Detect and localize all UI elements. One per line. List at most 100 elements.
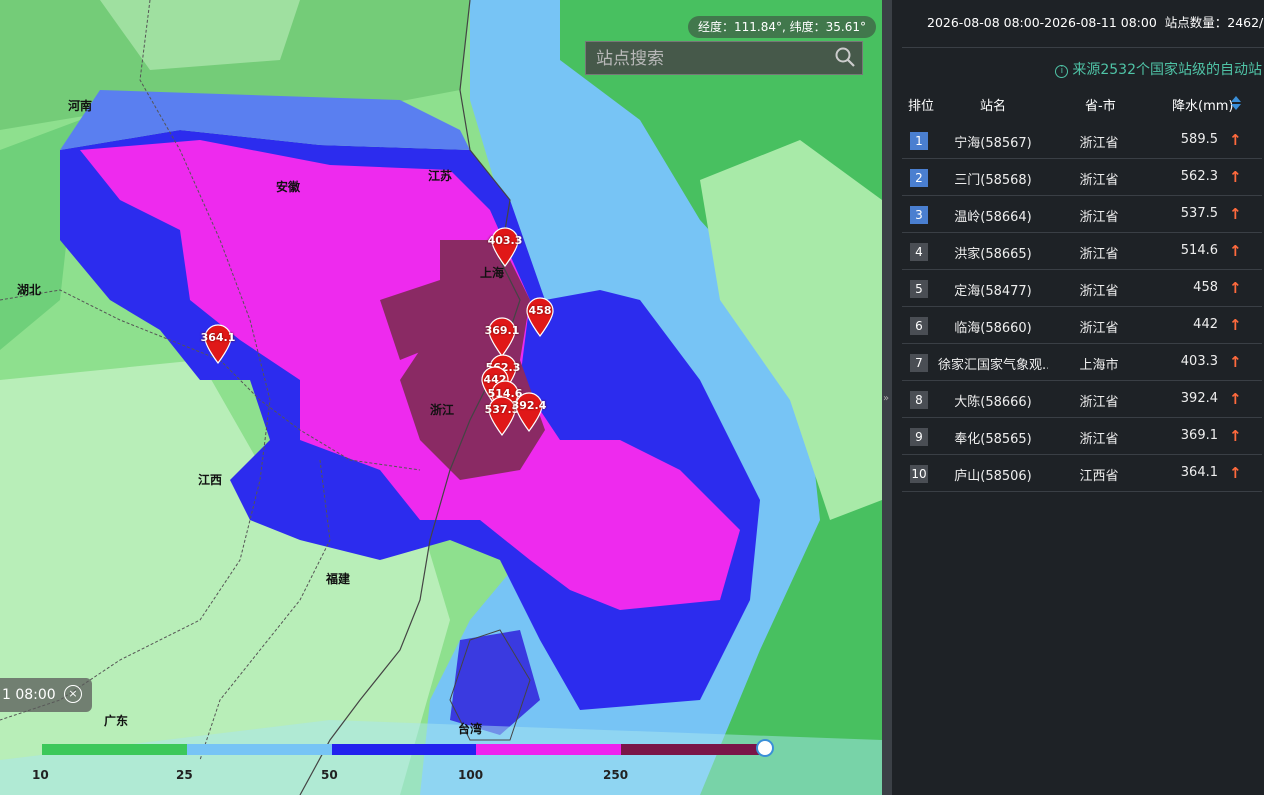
divider: [902, 47, 1264, 48]
station-province: 浙江省: [1079, 395, 1119, 410]
marker-value: 403.3: [487, 234, 523, 247]
arrow-up-icon: ↑: [1229, 242, 1242, 260]
source-text: 来源2532个国家站级的自动站: [1072, 62, 1262, 78]
sort-icon[interactable]: [1230, 95, 1242, 111]
precip-value: 392.4: [1180, 391, 1218, 406]
rainfall-map: [0, 0, 882, 795]
station-marker[interactable]: 364.1: [201, 324, 235, 364]
province-label: 浙江: [430, 403, 455, 417]
panel-header: 2026-08-08 08:00-2026-08-11 08:00 站点数量：2…: [927, 12, 1264, 31]
search-input[interactable]: [594, 42, 828, 76]
precip-value: 589.5: [1180, 132, 1218, 147]
station-province: 浙江省: [1079, 210, 1119, 225]
table-row[interactable]: 8 大陈(58666) 浙江省 392.4 ↑: [902, 381, 1262, 418]
map-view[interactable]: 经度：111.84°, 纬度：35.61° 河南 安徽 江苏 上海 湖北 浙江 …: [0, 0, 882, 795]
station-marker[interactable]: 392.4: [512, 392, 546, 432]
station-name[interactable]: 宁海(58567): [938, 132, 1048, 151]
rank-badge: 1: [910, 132, 928, 150]
column-header-name: 站名: [980, 99, 1007, 114]
province-label: 台湾: [458, 722, 483, 736]
province-label: 江苏: [428, 169, 453, 183]
precip-value: 458: [1193, 280, 1218, 295]
station-marker[interactable]: 369.1: [485, 317, 519, 357]
precip-value: 514.6: [1180, 243, 1218, 258]
station-name[interactable]: 洪家(58665): [938, 243, 1048, 262]
table-row[interactable]: 3 温岭(58664) 浙江省 537.5 ↑: [902, 196, 1262, 233]
station-name[interactable]: 三门(58568): [938, 169, 1048, 188]
marker-value: 364.1: [200, 331, 236, 344]
rank-badge: 9: [910, 428, 928, 446]
station-name[interactable]: 临海(58660): [938, 317, 1048, 336]
panel-toggle[interactable]: »: [882, 0, 892, 795]
time-badge-label: 1 08:00: [2, 687, 56, 703]
station-name[interactable]: 徐家汇国家气象观...: [938, 354, 1048, 373]
station-count: 站点数量：2462/2532: [1164, 15, 1264, 30]
station-name[interactable]: 定海(58477): [938, 280, 1048, 299]
station-name[interactable]: 大陈(58666): [938, 391, 1048, 410]
table-row[interactable]: 4 洪家(58665) 浙江省 514.6 ↑: [902, 233, 1262, 270]
precip-value: 562.3: [1180, 169, 1218, 184]
table-row[interactable]: 9 奉化(58565) 浙江省 369.1 ↑: [902, 418, 1262, 455]
arrow-up-icon: ↑: [1229, 390, 1242, 408]
arrow-up-icon: ↑: [1229, 131, 1242, 149]
marker-value: 458: [528, 304, 552, 317]
arrow-up-icon: ↑: [1229, 279, 1242, 297]
table-row[interactable]: 10 庐山(58506) 江西省 364.1 ↑: [902, 455, 1262, 492]
arrow-up-icon: ↑: [1229, 464, 1242, 482]
map-pin-icon: [204, 324, 232, 364]
table-row[interactable]: 5 定海(58477) 浙江省 458 ↑: [902, 270, 1262, 307]
legend-tick: 25: [176, 768, 193, 782]
table-row[interactable]: 6 临海(58660) 浙江省 442 ↑: [902, 307, 1262, 344]
precip-value: 537.5: [1180, 206, 1218, 221]
map-pin-icon: [526, 297, 554, 337]
legend-swatch: [621, 744, 766, 755]
table-row[interactable]: 1 宁海(58567) 浙江省 589.5 ↑: [902, 122, 1262, 159]
rank-badge: 6: [910, 317, 928, 335]
station-province: 上海市: [1079, 358, 1119, 373]
legend-swatch: [331, 744, 477, 755]
column-header-precip[interactable]: 降水(mm): [1172, 95, 1233, 114]
province-label: 广东: [104, 714, 129, 728]
province-label: 江西: [198, 473, 223, 487]
close-icon[interactable]: ×: [64, 685, 82, 703]
station-province: 浙江省: [1079, 432, 1119, 447]
precip-legend: [42, 744, 766, 755]
rank-badge: 8: [910, 391, 928, 409]
info-icon: i: [1055, 65, 1069, 78]
table-row[interactable]: 7 徐家汇国家气象观... 上海市 403.3 ↑: [902, 344, 1262, 381]
map-pin-icon: [488, 317, 516, 357]
precip-value: 442: [1193, 317, 1218, 332]
station-province: 浙江省: [1079, 247, 1119, 262]
station-name[interactable]: 温岭(58664): [938, 206, 1048, 225]
station-name[interactable]: 庐山(58506): [938, 465, 1048, 484]
search-icon[interactable]: [834, 46, 856, 72]
station-name[interactable]: 奉化(58565): [938, 428, 1048, 447]
station-province: 浙江省: [1079, 136, 1119, 151]
marker-value: 369.1: [484, 324, 520, 337]
arrow-up-icon: ↑: [1229, 353, 1242, 371]
legend-slider-handle[interactable]: [756, 739, 774, 757]
legend-swatch: [186, 744, 332, 755]
rank-badge: 5: [910, 280, 928, 298]
period-label: 2026-08-08 08:00-2026-08-11 08:00: [927, 15, 1157, 30]
station-province: 江西省: [1079, 469, 1119, 484]
legend-swatch: [42, 744, 187, 755]
column-header-province: 省-市: [1085, 99, 1116, 114]
station-search[interactable]: [585, 41, 863, 76]
double-chevron-right-icon[interactable]: »: [883, 393, 889, 404]
station-marker[interactable]: 403.3: [488, 227, 522, 267]
arrow-up-icon: ↑: [1229, 205, 1242, 223]
province-label: 河南: [68, 99, 93, 113]
precip-value: 369.1: [1180, 428, 1218, 443]
time-badge: 1 08:00 ×: [0, 678, 92, 712]
rank-badge: 10: [910, 465, 928, 483]
rank-badge: 2: [910, 169, 928, 187]
legend-tick: 10: [32, 768, 49, 782]
table-row[interactable]: 2 三门(58568) 浙江省 562.3 ↑: [902, 159, 1262, 196]
ranking-panel: 2026-08-08 08:00-2026-08-11 08:00 站点数量：2…: [892, 0, 1264, 795]
legend-tick: 100: [458, 768, 484, 782]
station-marker[interactable]: 458: [525, 297, 555, 337]
marker-value: 392.4: [511, 399, 547, 412]
station-province: 浙江省: [1079, 173, 1119, 188]
arrow-up-icon: ↑: [1229, 427, 1242, 445]
